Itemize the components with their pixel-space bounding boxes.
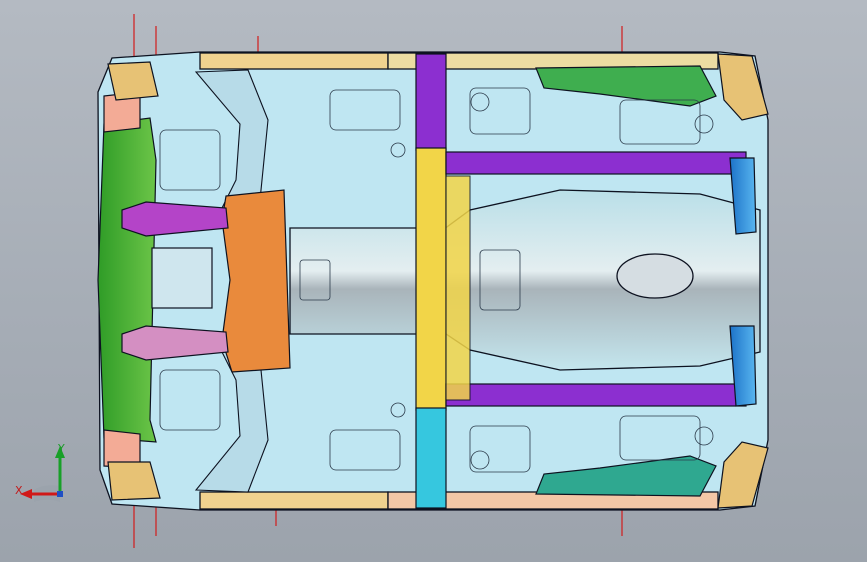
floor-pan-model[interactable] (0, 0, 867, 562)
center-post (415, 53, 447, 509)
orange-bracket (221, 189, 291, 373)
triad-x-label: X (15, 484, 23, 497)
triad-y-label: Y (58, 442, 65, 455)
yellow-rails (445, 175, 471, 401)
cad-graphics-viewport[interactable]: Y X (0, 0, 867, 562)
coordinate-triad: Y X (12, 440, 74, 506)
